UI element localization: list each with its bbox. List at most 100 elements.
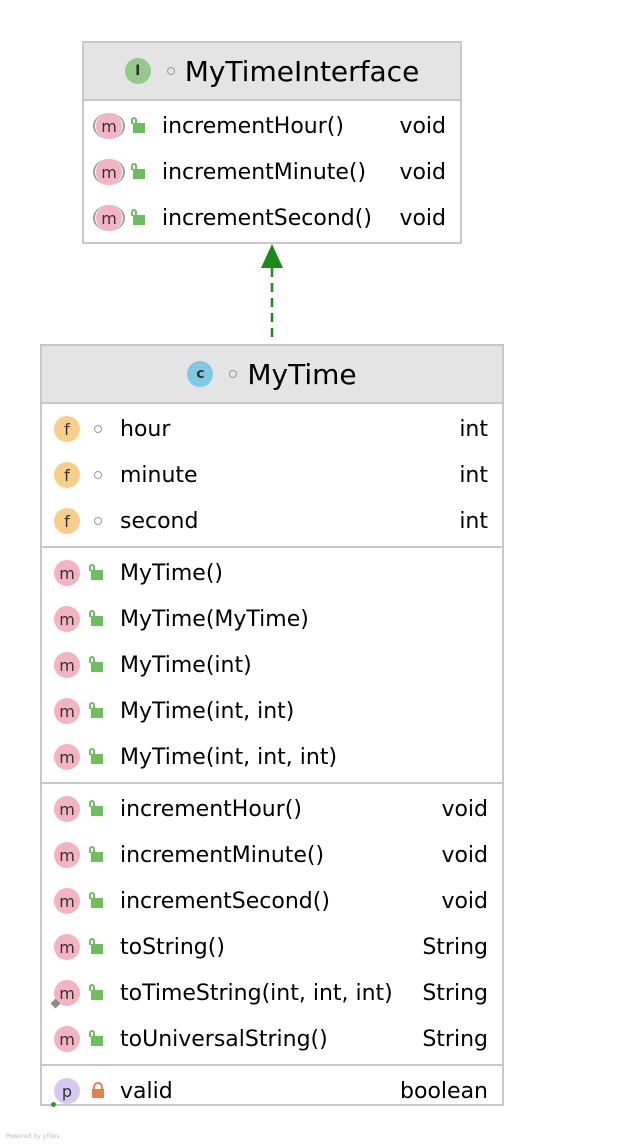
interface-methods-section: m incrementHour() void m incrementMinute… — [84, 101, 460, 243]
method-icon: m — [54, 934, 80, 960]
constructor-row[interactable]: m MyTime(int, int) — [42, 688, 502, 734]
public-lock-icon — [130, 163, 146, 181]
constructor-row[interactable]: m MyTime(int) — [42, 642, 502, 688]
constructor-row[interactable]: m MyTime(int, int, int) — [42, 734, 502, 780]
method-icon: m — [54, 1026, 80, 1052]
constructor-name: MyTime(int, int) — [120, 698, 295, 724]
field-row[interactable]: f hour int — [42, 406, 502, 452]
constructor-name: MyTime(int, int, int) — [120, 744, 338, 770]
public-lock-icon — [88, 702, 104, 720]
field-row[interactable]: f minute int — [42, 452, 502, 498]
method-name: incrementSecond() — [120, 888, 330, 914]
getter-indicator-icon — [51, 1102, 56, 1107]
method-row[interactable]: m incrementSecond() void — [42, 878, 502, 924]
method-type: void — [441, 796, 488, 822]
property-type: boolean — [400, 1078, 488, 1104]
field-icon: f — [54, 508, 80, 534]
method-icon: m — [54, 606, 80, 632]
class-header: c MyTime — [42, 346, 502, 404]
package-visibility-icon — [229, 370, 238, 378]
abstract-method-icon: m — [93, 159, 125, 185]
method-row[interactable]: m toString() String — [42, 924, 502, 970]
field-type: int — [459, 416, 488, 442]
package-private-icon — [94, 471, 102, 479]
method-name: toString() — [120, 934, 225, 960]
field-icon: f — [54, 462, 80, 488]
public-lock-icon — [88, 610, 104, 628]
method-type: String — [422, 934, 488, 960]
private-lock-icon — [90, 1082, 106, 1100]
interface-method-row[interactable]: m incrementSecond() void — [84, 195, 460, 241]
public-lock-icon — [88, 1030, 104, 1048]
method-row[interactable]: m toTimeString(int, int, int) String — [42, 970, 502, 1016]
method-icon: m — [54, 744, 80, 770]
method-type: void — [399, 113, 446, 139]
fields-section: f hour int f minute int f second int — [42, 404, 502, 548]
method-icon: m — [54, 796, 80, 822]
public-lock-icon — [130, 209, 146, 227]
constructor-row[interactable]: m MyTime() — [42, 550, 502, 596]
property-row[interactable]: p valid boolean — [42, 1068, 502, 1114]
field-type: int — [459, 508, 488, 534]
method-type: String — [422, 980, 488, 1006]
method-icon: m — [54, 698, 80, 724]
package-visibility-icon — [166, 67, 175, 75]
interface-method-row[interactable]: m incrementHour() void — [84, 103, 460, 149]
interface-title: MyTimeInterface — [184, 54, 420, 88]
constructor-name: MyTime(MyTime) — [120, 606, 309, 632]
method-type: void — [441, 842, 488, 868]
method-type: String — [422, 1026, 488, 1052]
method-row[interactable]: m incrementHour() void — [42, 786, 502, 832]
field-row[interactable]: f second int — [42, 498, 502, 544]
method-type: void — [399, 159, 446, 185]
interface-method-row[interactable]: m incrementMinute() void — [84, 149, 460, 195]
package-private-icon — [94, 425, 102, 433]
method-name: toTimeString(int, int, int) — [120, 980, 393, 1006]
method-type: void — [399, 205, 446, 231]
public-lock-icon — [130, 117, 146, 135]
method-name: incrementMinute() — [120, 842, 325, 868]
method-icon: m — [54, 888, 80, 914]
constructors-section: m MyTime() m MyTime(MyTime) m MyTime(int… — [42, 548, 502, 784]
package-private-icon — [94, 517, 102, 525]
method-icon: m — [54, 560, 80, 586]
interface-kind-icon: I — [124, 58, 151, 84]
public-lock-icon — [88, 800, 104, 818]
method-name: incrementHour() — [162, 113, 344, 139]
properties-section: p valid boolean — [42, 1066, 502, 1116]
interface-box[interactable]: I MyTimeInterface m incrementHour() void… — [82, 41, 462, 244]
interface-header: I MyTimeInterface — [84, 43, 460, 101]
public-lock-icon — [88, 892, 104, 910]
methods-section: m incrementHour() void m incrementMinute… — [42, 784, 502, 1066]
method-name: toUniversalString() — [120, 1026, 328, 1052]
public-lock-icon — [88, 564, 104, 582]
abstract-method-icon: m — [93, 205, 125, 231]
method-row[interactable]: m incrementMinute() void — [42, 832, 502, 878]
method-icon: m — [54, 652, 80, 678]
public-lock-icon — [88, 938, 104, 956]
class-box[interactable]: c MyTime f hour int f minute int f secon… — [40, 344, 504, 1107]
field-name: minute — [120, 462, 198, 488]
constructor-name: MyTime() — [120, 560, 224, 586]
field-type: int — [459, 462, 488, 488]
property-icon: p — [54, 1078, 80, 1104]
method-name: incrementHour() — [120, 796, 302, 822]
method-row[interactable]: m toUniversalString() String — [42, 1016, 502, 1062]
public-lock-icon — [88, 846, 104, 864]
property-name: valid — [120, 1078, 173, 1104]
method-type: void — [441, 888, 488, 914]
public-lock-icon — [88, 984, 104, 1002]
field-icon: f — [54, 416, 80, 442]
constructor-row[interactable]: m MyTime(MyTime) — [42, 596, 502, 642]
field-name: second — [120, 508, 199, 534]
public-lock-icon — [88, 748, 104, 766]
constructor-name: MyTime(int) — [120, 652, 252, 678]
method-name: incrementMinute() — [162, 159, 367, 185]
class-kind-icon: c — [187, 361, 214, 387]
method-name: incrementSecond() — [162, 205, 372, 231]
method-icon: m — [54, 842, 80, 868]
abstract-method-icon: m — [93, 113, 125, 139]
class-title: MyTime — [247, 357, 357, 391]
field-name: hour — [120, 416, 171, 442]
powered-by-footer: Powered by yFiles — [6, 1133, 60, 1140]
